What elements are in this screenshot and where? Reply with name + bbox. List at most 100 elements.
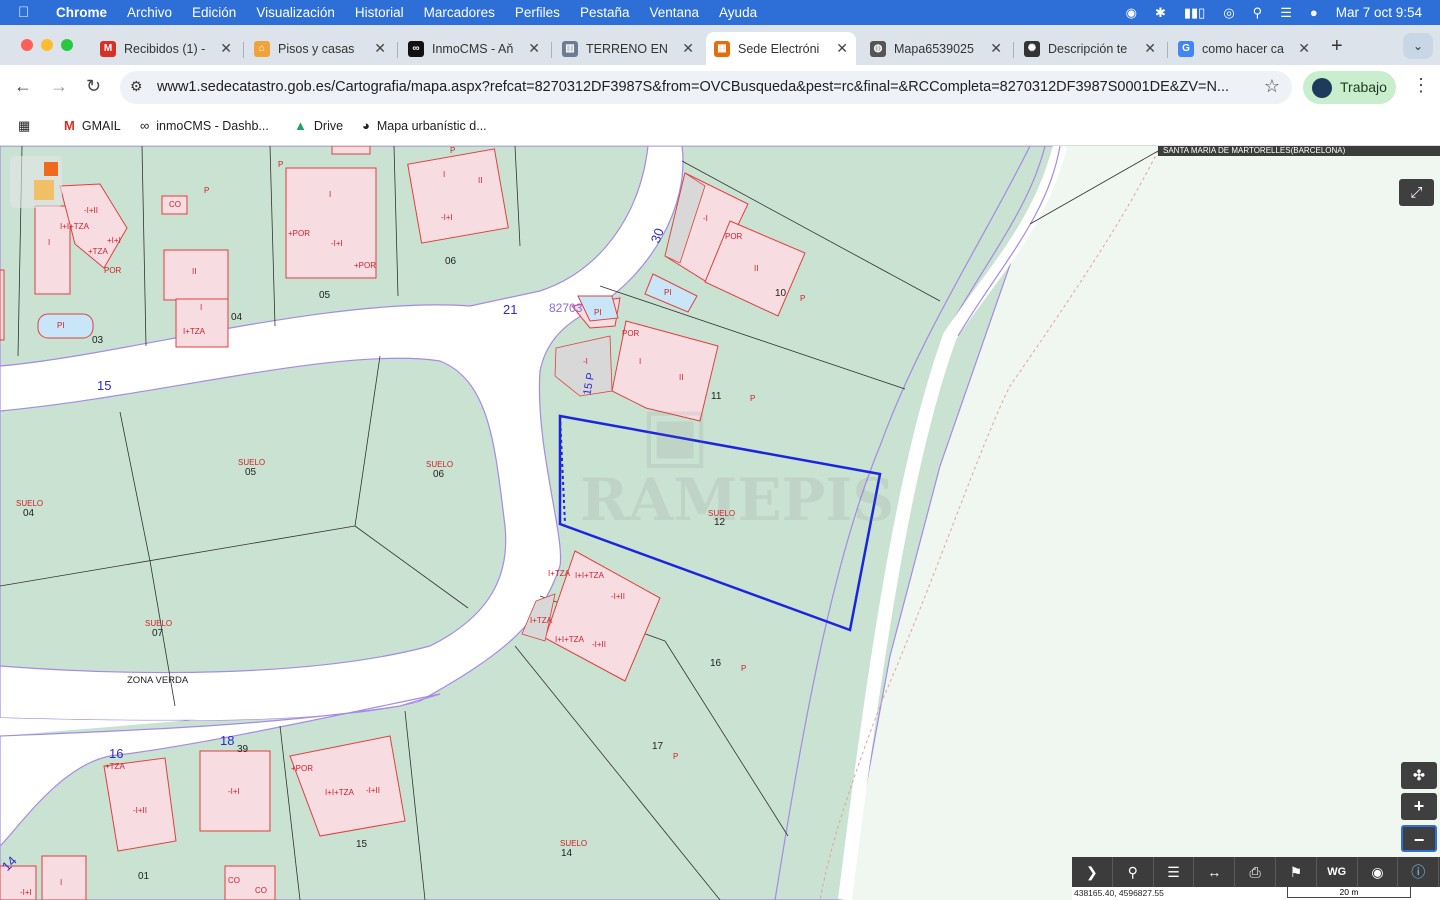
url-text[interactable]: www1.sedecatastro.gob.es/Cartografia/map… — [157, 79, 1229, 95]
creative-cloud-icon[interactable]: ◉ — [1126, 5, 1137, 21]
building-label: -I+II — [133, 806, 148, 815]
close-tab-icon[interactable]: ✕ — [1144, 40, 1156, 57]
menubar-clock[interactable]: Mar 7 oct 9:54 — [1336, 5, 1422, 20]
building-label: I+TZA — [548, 569, 571, 578]
building-label: II — [192, 267, 197, 276]
parcel-number: 17 — [652, 741, 664, 752]
search-icon[interactable]: ⚲ — [1113, 857, 1154, 887]
menu-app-name[interactable]: Chrome — [56, 5, 107, 20]
forward-icon[interactable]: ❯ — [1072, 857, 1113, 887]
building-label: I — [200, 303, 203, 312]
close-tab-icon[interactable]: ✕ — [374, 40, 386, 57]
bookmark-mapa-urbanistic[interactable]: ◕ Mapa urbanístic d... — [362, 118, 487, 133]
tab-search-button[interactable]: ⌄ — [1403, 33, 1433, 59]
info-icon[interactable]: ⓘ — [1398, 857, 1440, 887]
building-label: -I+I — [331, 239, 343, 248]
building-label: +POR — [291, 764, 314, 773]
more-menu-icon[interactable]: ⋮ — [1412, 75, 1430, 96]
bookmark-gmail[interactable]: M GMAIL — [64, 118, 121, 133]
apps-grid-icon[interactable]: ▦ — [18, 118, 30, 134]
suelo-label: SUELO — [708, 509, 736, 518]
profile-button[interactable]: Trabajo — [1303, 71, 1396, 104]
measure-icon[interactable]: ↔ — [1194, 857, 1236, 887]
parcel-number: 07 — [152, 628, 164, 639]
menu-edicion[interactable]: Edición — [192, 5, 236, 20]
zona-verda-label: ZONA VERDA — [127, 675, 189, 686]
inmocms-icon: ∞ — [140, 118, 150, 133]
building-label: -I — [583, 357, 588, 366]
street-number: 21 — [503, 302, 518, 317]
close-tab-icon[interactable]: ✕ — [1298, 40, 1310, 57]
minimize-window-button[interactable] — [41, 39, 53, 51]
building-label: II — [679, 373, 684, 382]
back-button[interactable]: ← — [14, 76, 32, 97]
control-center-icon[interactable]: ☰ — [1280, 5, 1292, 21]
browser-tab[interactable]: ▥ TERRENO EN ✕ — [554, 32, 702, 65]
browser-tab[interactable]: ◍ Mapa6539025 ✕ — [862, 32, 1010, 65]
wifi-icon[interactable]: ◎ — [1223, 5, 1234, 21]
close-tab-icon[interactable]: ✕ — [682, 40, 694, 57]
close-tab-icon[interactable]: ✕ — [220, 40, 232, 57]
bluetooth-icon[interactable]: ✱ — [1155, 5, 1166, 21]
building-label: P — [800, 294, 806, 303]
inmocms-icon: ∞ — [408, 40, 424, 57]
google-icon: G — [1178, 40, 1194, 57]
tab-separator — [551, 42, 552, 58]
browser-tab[interactable]: M Recibidos (1) - ✕ — [92, 32, 240, 65]
new-tab-button[interactable]: + — [1331, 35, 1343, 58]
browser-tab[interactable]: ✺ Descripción te ✕ — [1016, 32, 1164, 65]
forward-button[interactable]: → — [50, 76, 68, 97]
battery-icon[interactable]: ▮▮▯ — [1184, 5, 1205, 21]
close-tab-icon[interactable]: ✕ — [836, 40, 848, 57]
siri-icon[interactable]: ● — [1310, 5, 1318, 20]
menu-pestana[interactable]: Pestaña — [580, 5, 630, 20]
fullscreen-icon[interactable]: ⤢ — [1399, 179, 1434, 206]
binoculars-icon[interactable]: ◉ — [1358, 857, 1399, 887]
building-label: I+I+TZA — [60, 222, 89, 231]
bookmark-drive[interactable]: ▲ Drive — [294, 118, 343, 133]
close-tab-icon[interactable]: ✕ — [528, 40, 540, 57]
zoom-in-button[interactable]: + — [1401, 793, 1437, 820]
spotlight-icon[interactable]: ⚲ — [1253, 5, 1263, 21]
close-window-button[interactable] — [21, 39, 33, 51]
bookmark-inmocms[interactable]: ∞ inmoCMS - Dashb... — [140, 118, 269, 133]
menu-historial[interactable]: Historial — [355, 5, 404, 20]
layers-icon[interactable]: ☰ — [1154, 857, 1195, 887]
building-label: -I+I — [441, 213, 453, 222]
cadastral-map[interactable]: ▣ RAMEPIS SANTA MARIA DE MARTORELLES(BAR… — [0, 146, 1440, 900]
idealista-icon: ⌂ — [254, 40, 270, 57]
browser-tab[interactable]: ∞ InmoCMS - Aň ✕ — [400, 32, 548, 65]
browser-tab[interactable]: ⌂ Pisos y casas ✕ — [246, 32, 394, 65]
watermark-text: RAMEPIS — [580, 466, 895, 534]
menu-archivo[interactable]: Archivo — [127, 5, 172, 20]
site-info-icon[interactable]: ⚙ — [130, 78, 143, 95]
menu-marcadores[interactable]: Marcadores — [424, 5, 495, 20]
gmail-icon: M — [64, 118, 75, 133]
parcel-number: 11 — [711, 391, 722, 402]
apple-icon[interactable]:  — [18, 4, 40, 21]
browser-tab[interactable]: ▦ Sede Electróni ✕ — [706, 32, 856, 65]
wms-icon[interactable]: WG — [1317, 857, 1358, 887]
menu-visualizacion[interactable]: Visualización — [256, 5, 335, 20]
scale-bar: 20 m — [1287, 887, 1411, 898]
menu-ventana[interactable]: Ventana — [649, 5, 699, 20]
parcel-icon[interactable]: ⚑ — [1276, 857, 1317, 887]
browser-tab[interactable]: Gcomo hacer ca ✕ — [1170, 32, 1318, 65]
address-bar[interactable]: ⚙ www1.sedecatastro.gob.es/Cartografia/m… — [120, 71, 1292, 104]
menu-ayuda[interactable]: Ayuda — [719, 5, 757, 20]
close-tab-icon[interactable]: ✕ — [990, 40, 1002, 57]
zoom-out-button[interactable]: − — [1401, 825, 1437, 852]
parcel-number: 14 — [561, 848, 573, 859]
parcel-number: 01 — [138, 871, 150, 882]
parcel-number: 16 — [710, 658, 722, 669]
print-icon[interactable]: ⎙ — [1235, 857, 1276, 887]
sede-icon: ▦ — [714, 40, 730, 57]
zoom-window-button[interactable] — [61, 39, 73, 51]
locate-icon[interactable]: ✣ — [1401, 762, 1437, 789]
bookmark-star-icon[interactable]: ☆ — [1264, 76, 1280, 97]
street-number: 18 — [220, 733, 235, 748]
suelo-label: SUELO — [145, 619, 173, 628]
building-label: -I+II — [611, 592, 626, 601]
menu-perfiles[interactable]: Perfiles — [515, 5, 560, 20]
reload-button[interactable]: ↻ — [86, 76, 101, 97]
